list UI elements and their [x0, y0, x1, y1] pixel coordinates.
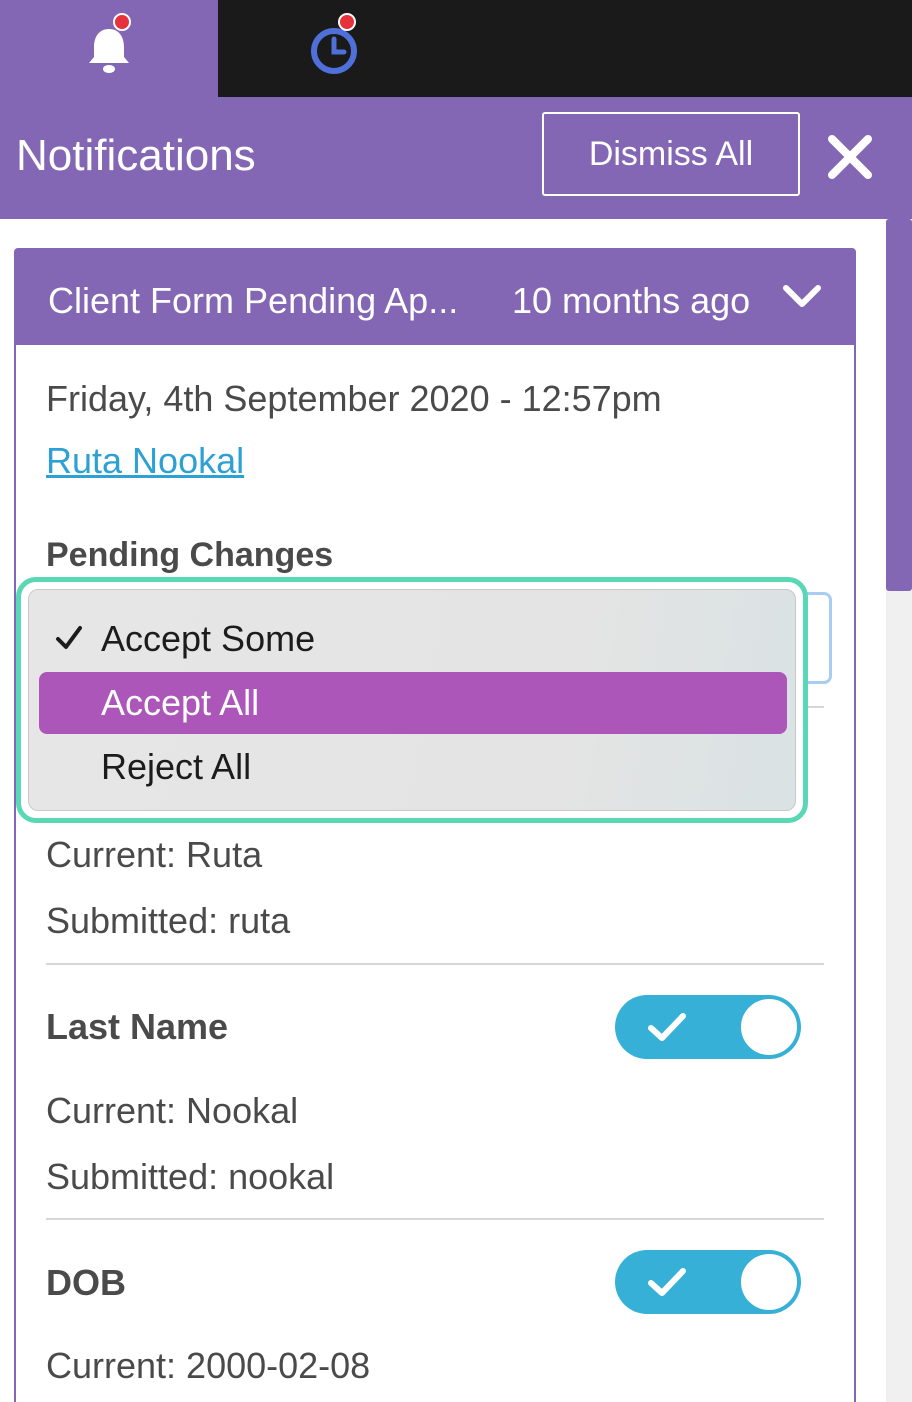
page-title: Notifications — [16, 131, 256, 180]
tab-reminders[interactable] — [218, 0, 450, 97]
toggle-knob — [739, 997, 799, 1057]
notification-badge — [113, 12, 131, 31]
check-icon — [648, 1013, 686, 1041]
option-accept-some[interactable]: Accept Some — [39, 608, 787, 670]
last-name-label: Last Name — [46, 1006, 229, 1047]
notification-time: 10 months ago — [512, 280, 751, 321]
scrollbar-thumb[interactable] — [886, 219, 912, 591]
notifications-header: Notifications Dismiss All — [0, 97, 912, 219]
notification-title: Client Form Pending Ap... — [48, 280, 459, 321]
notification-card: Client Form Pending Ap... 10 months ago — [14, 248, 856, 1402]
divider — [46, 963, 824, 965]
top-tab-bar — [0, 0, 912, 97]
dropdown-menu: Accept Some Accept All Reject All — [28, 589, 796, 811]
check-icon — [648, 1268, 686, 1296]
option-label: Reject All — [101, 746, 252, 787]
option-accept-all[interactable]: Accept All — [39, 672, 787, 734]
divider — [46, 1218, 824, 1220]
dismiss-all-button[interactable]: Dismiss All — [542, 112, 800, 196]
first-name-submitted: Submitted: ruta — [46, 900, 291, 941]
bell-icon — [89, 28, 129, 73]
option-reject-all[interactable]: Reject All — [39, 736, 787, 798]
toggle-knob — [739, 1252, 799, 1312]
tab-notifications[interactable] — [0, 0, 218, 97]
dob-label: DOB — [46, 1262, 126, 1303]
close-icon — [828, 135, 872, 179]
dob-toggle[interactable] — [615, 1250, 801, 1314]
last-name-toggle[interactable] — [615, 995, 801, 1059]
notification-date: Friday, 4th September 2020 - 12:57pm — [46, 378, 662, 419]
option-label: Accept Some — [101, 618, 316, 659]
first-name-current: Current: Ruta — [46, 834, 263, 875]
chevron-down-icon[interactable] — [782, 282, 822, 312]
pending-changes-label: Pending Changes — [46, 536, 334, 574]
clock-icon — [311, 27, 357, 74]
close-button[interactable] — [822, 129, 878, 185]
last-name-submitted: Submitted: nookal — [46, 1156, 335, 1197]
checkmark-icon — [56, 626, 82, 649]
option-label: Accept All — [101, 682, 260, 723]
client-link[interactable]: Ruta Nookal — [46, 440, 244, 482]
dob-current: Current: 2000-02-08 — [46, 1345, 371, 1386]
reminder-badge — [338, 12, 356, 31]
notification-card-header[interactable]: Client Form Pending Ap... 10 months ago — [16, 250, 854, 345]
last-name-current: Current: Nookal — [46, 1090, 299, 1131]
pending-changes-dropdown: Accept Some Accept All Reject All — [16, 577, 808, 823]
